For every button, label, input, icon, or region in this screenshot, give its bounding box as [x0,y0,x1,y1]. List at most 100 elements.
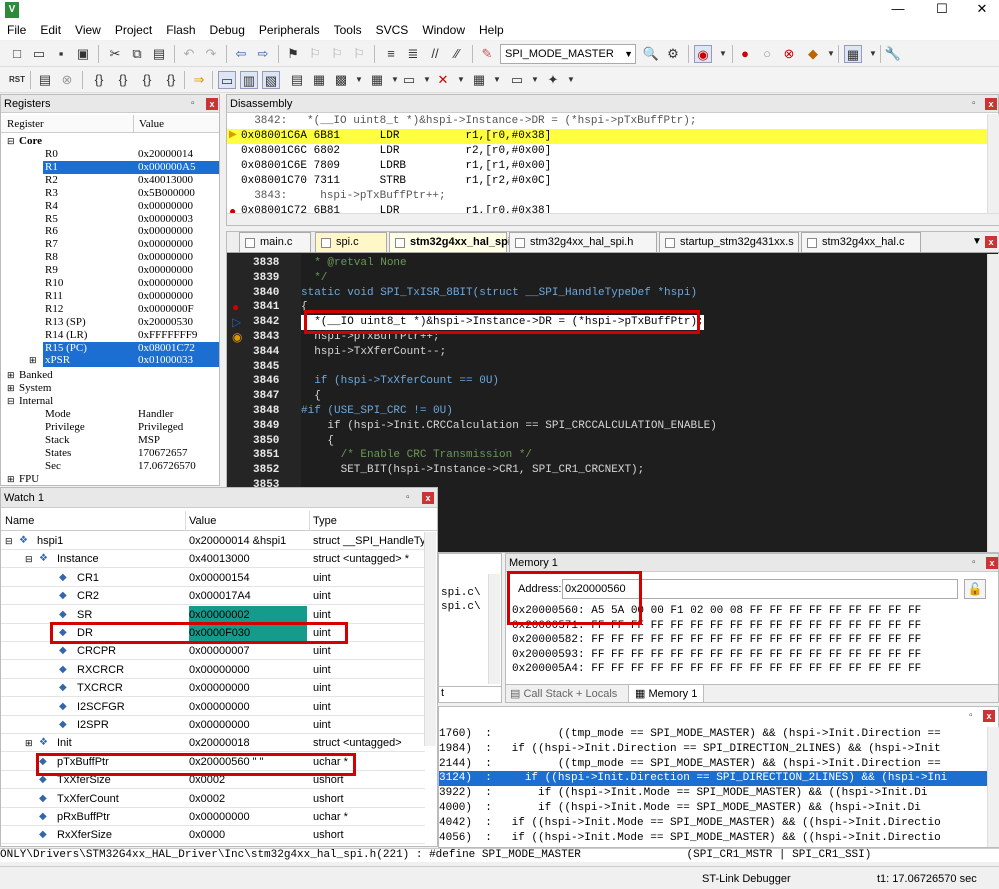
watch-row[interactable]: ◆ pRxBuffPtr 0x00000000 uchar * [1,808,425,826]
code-line[interactable]: 3847 { [227,389,997,404]
register-row[interactable]: R6 0x00000000 [1,225,219,238]
register-row[interactable]: R8 0x00000000 [1,251,219,264]
pin-icon[interactable]: ▫ [972,98,976,109]
menu-project[interactable]: Project [108,20,159,40]
register-row[interactable]: Sec 17.06726570 [1,460,219,473]
tab-file[interactable]: stm32g4xx_hal.c [801,232,921,252]
watch-row[interactable]: ◆ I2SPR 0x00000000 uint [1,716,425,734]
code-line[interactable]: 3851 /* Enable CRC Transmission */ [227,448,997,463]
close-icon[interactable]: x [983,710,995,722]
find-result-line[interactable]: 4042) : if ((hspi->Init.Mode == SPI_MODE… [439,816,987,831]
tree-toggle-icon[interactable]: ⊟ [7,135,15,148]
disable-breakpoint-icon[interactable]: ○ [758,45,776,63]
code-line[interactable]: 3844 hspi->TxXferCount--; [227,345,997,360]
menu-debug[interactable]: Debug [203,20,252,40]
symbols-window-icon[interactable]: ▧ [262,71,280,89]
stop-icon[interactable]: ⊗ [58,71,76,89]
window-layout-icon[interactable]: ▦ [844,45,862,63]
menu-tools[interactable]: Tools [327,20,369,40]
code-line[interactable]: 3840 static void SPI_TxISR_8BIT(struct __… [227,286,997,301]
cut-icon[interactable]: ✂ [106,45,124,63]
editor-scrollbar[interactable] [987,254,999,552]
run-icon[interactable]: ▤ [36,71,54,89]
menu-file[interactable]: File [0,20,33,40]
uncomment-icon[interactable]: ⁄⁄ [448,45,466,63]
code-line[interactable]: 3849 if (hspi->Init.CRCCalculation == SP… [227,419,997,434]
next-bookmark-icon[interactable]: ⚐ [328,45,346,63]
menu-help[interactable]: Help [472,20,511,40]
close-icon[interactable]: x [986,557,998,569]
register-row[interactable]: R2 0x40013000 [1,174,219,187]
register-group[interactable]: ⊟ Internal [1,395,219,408]
bookmark-icon[interactable]: ⚑ [284,45,302,63]
trace-dropdown-icon[interactable]: ▼ [488,71,506,89]
register-row[interactable]: Stack MSP [1,434,219,447]
disassembly-hscrollbar[interactable] [227,213,999,225]
watch-row[interactable]: ⊞ ❖ Init 0x20000018 struct <untagged> [1,734,425,753]
unindent-icon[interactable]: ≣ [404,45,422,63]
serial-window-icon[interactable]: ▭ [400,71,418,89]
close-icon[interactable]: x [985,236,997,248]
find-result-line[interactable]: 3922) : if ((hspi->Init.Mode == SPI_MODE… [439,786,987,801]
find-result-line[interactable]: 1760) : ((tmp_mode == SPI_MODE_MASTER) &… [439,727,987,742]
find-result-line[interactable]: 3124) : if ((hspi->Init.Direction == SPI… [439,771,987,787]
analysis-window-icon[interactable]: ✕ [434,71,452,89]
watch-row[interactable]: ⊟ ❖ Instance 0x40013000 struct <untagged> * [1,550,425,569]
col-name-header[interactable]: Name [5,515,34,527]
disassembly-scrollbar[interactable] [987,114,999,214]
undo-icon[interactable]: ↶ [180,45,198,63]
toolbox-icon[interactable]: ✦ [544,71,562,89]
command-window-icon[interactable]: ▭ [218,71,236,89]
memory-window-icon[interactable]: ▦ [368,71,386,89]
tabs-dropdown-icon[interactable]: ▼ [972,236,982,247]
step-out-icon[interactable]: {} [138,71,156,89]
register-row[interactable]: ⊞ xPSR 0x01000033 [1,354,219,368]
breakpoint-current-icon[interactable]: ◉ [232,330,242,344]
tree-toggle-icon[interactable]: ⊟ [5,532,13,550]
watch-row[interactable]: ◆ CRCPR 0x00000007 uint [1,642,425,661]
code-line[interactable]: 3846 if (hspi->TxXferCount == 0U) [227,374,997,389]
menu-peripherals[interactable]: Peripherals [252,20,327,40]
pin-icon[interactable]: ▫ [969,710,973,721]
tree-toggle-icon[interactable]: ⊞ [7,473,15,486]
code-line[interactable]: 3852 SET_BIT(hspi->Instance->CR1, SPI_CR… [227,463,997,478]
col-value-header[interactable]: Value [139,118,164,130]
step-in-icon[interactable]: {} [90,71,108,89]
pin-icon[interactable]: ▫ [406,492,410,503]
find-in-files-icon[interactable]: ✎ [478,45,496,63]
register-group[interactable]: ⊞ FPU [1,473,219,486]
breakpoint-icon[interactable]: ● [736,45,754,63]
menu-edit[interactable]: Edit [33,20,68,40]
code-line[interactable]: 3838 * @retval None [227,256,997,271]
register-row[interactable]: Mode Handler [1,408,219,421]
watch-row[interactable]: ◆ RXCRCR 0x00000000 uint [1,661,425,679]
register-row[interactable]: R5 0x00000003 [1,213,219,226]
prev-bookmark-icon[interactable]: ⚐ [306,45,324,63]
close-icon[interactable]: x [985,98,997,110]
register-row[interactable]: R9 0x00000000 [1,264,219,277]
code-line[interactable]: 3839 */ [227,271,997,286]
register-row[interactable]: R0 0x20000014 [1,148,219,161]
menu-svcs[interactable]: SVCS [369,20,416,40]
register-row[interactable]: R12 0x0000000F [1,303,219,316]
open-folder-icon[interactable]: ▭ [30,45,48,63]
menu-view[interactable]: View [68,20,108,40]
register-row[interactable]: R11 0x00000000 [1,290,219,303]
disassembly-line[interactable]: 3843: hspi->pTxBuffPtr++; [227,189,987,204]
pin-icon[interactable]: ▫ [191,98,195,109]
watch-row[interactable]: ◆ CR1 0x00000154 uint [1,569,425,587]
watch-scrollbar[interactable] [424,532,436,746]
register-row[interactable]: R1 0x000000A5 [1,160,219,174]
tab-call-stack-locals[interactable]: ▤ Call Stack + Locals [510,687,617,700]
paste-icon[interactable]: ▤ [150,45,168,63]
register-row[interactable]: R4 0x00000000 [1,200,219,213]
trace-window-icon[interactable]: ▦ [470,71,488,89]
disassembly-line[interactable]: 3842: *(__IO uint8_t *)&hspi->Instance->… [227,114,987,129]
pin-icon[interactable]: ▫ [972,557,976,568]
col-value-header[interactable]: Value [189,515,216,527]
disassembly-line[interactable]: 0x08001C70 7311 STRB r1,[r2,#0x0C] [227,174,987,189]
find-result-line[interactable]: 1984) : if ((hspi->Init.Direction == SPI… [439,742,987,757]
col-type-header[interactable]: Type [313,515,337,527]
nav-back-icon[interactable]: ⇦ [232,45,250,63]
watch-row[interactable]: ◆ TxXferCount 0x0002 ushort [1,790,425,808]
